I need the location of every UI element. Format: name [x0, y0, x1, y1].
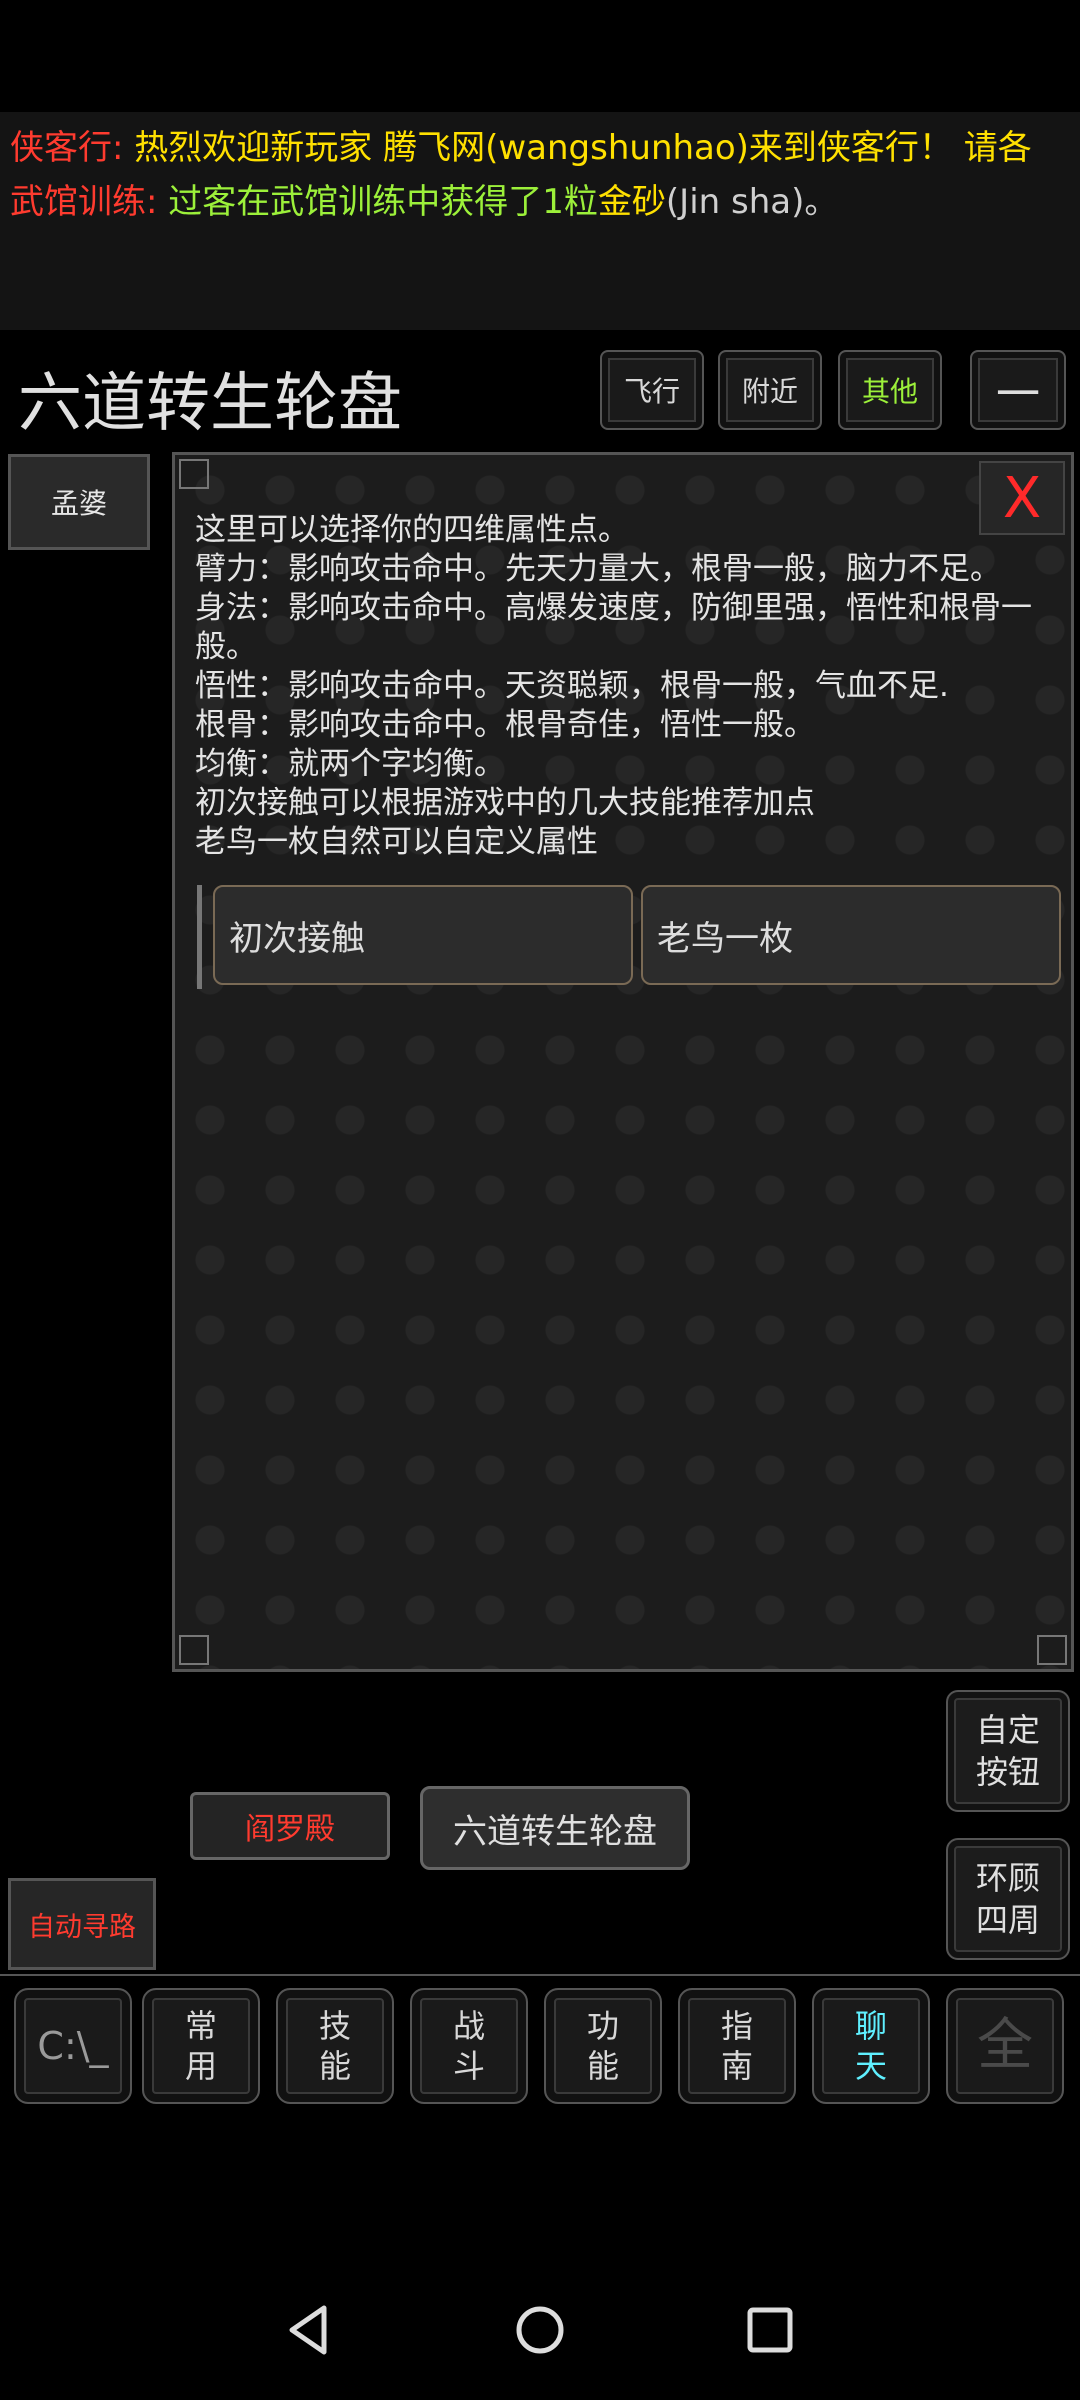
veteran-button[interactable]: 老鸟一枚 [641, 885, 1061, 985]
choice-indicator [197, 885, 202, 989]
functions-button[interactable]: 功能 [544, 1988, 662, 2104]
dialog-line: 初次接触可以根据游戏中的几大技能推荐加点 [195, 785, 815, 821]
back-icon[interactable] [280, 2300, 340, 2360]
chat-line: 侠客行: 热烈欢迎新玩家 腾飞网(wangshunhao)来到侠客行！ 请各 [10, 120, 1032, 169]
nav-label: 能 [318, 2047, 351, 2085]
dialog-line: 身法：影响攻击命中。高爆发速度，防御里强，悟性和根骨一般。 [195, 590, 1032, 665]
npc-mengpo-button[interactable]: 孟婆 [8, 454, 150, 550]
nav-label: 用 [184, 2047, 217, 2085]
chat-channel-tag: 武馆训练: [10, 182, 158, 222]
console-button[interactable]: C:\_ [14, 1988, 132, 2104]
auto-pathfind-button[interactable]: 自动寻路 [8, 1878, 156, 1970]
chat-item-name: 金砂 [597, 182, 666, 222]
chat-line: 武馆训练: 过客在武馆训练中获得了1粒金砂(Jin sha)。 [10, 174, 838, 223]
all-button[interactable]: 全 [946, 1988, 1064, 2104]
nav-label: 天 [854, 2047, 887, 2085]
nav-label: 聊 [854, 2007, 887, 2045]
nav-label: 指 [720, 2007, 753, 2045]
guide-button[interactable]: 指南 [678, 1988, 796, 2104]
dialog-line: 根骨：影响攻击命中。根骨奇佳，悟性一般。 [195, 707, 815, 743]
nav-label: 斗 [452, 2047, 485, 2085]
dialog-line: 这里可以选择你的四维属性点。 [195, 512, 629, 548]
custom-button-line1: 自定 [975, 1711, 1040, 1749]
combat-button[interactable]: 战斗 [410, 1988, 528, 2104]
dialog-line: 老鸟一枚自然可以自定义属性 [195, 824, 598, 860]
dialog-text: 这里可以选择你的四维属性点。 臂力：影响攻击命中。先天力量大，根骨一般，脑力不足… [195, 511, 1055, 862]
fly-button[interactable]: 飞行 [600, 350, 704, 430]
home-icon[interactable] [510, 2300, 570, 2360]
nav-label: 战 [452, 2007, 485, 2045]
dialog-line: 悟性：影响攻击命中。天资聪颖，根骨一般，气血不足. [195, 668, 949, 704]
chat-item-pinyin: (Jin sha)。 [665, 182, 839, 222]
chat-message: 过客在武馆训练中获得了1粒 [168, 182, 598, 222]
exit-current-room-button[interactable]: 六道转生轮盘 [420, 1786, 690, 1870]
console-icon: C:\_ [37, 2024, 109, 2068]
nav-label: 常 [184, 2007, 217, 2045]
nav-label: 功 [586, 2007, 619, 2045]
corner-ornament [1037, 1635, 1067, 1665]
corner-ornament [179, 459, 209, 489]
nav-label: 技 [318, 2007, 351, 2045]
dialog-line: 均衡：就两个字均衡。 [195, 746, 505, 782]
common-button[interactable]: 常用 [142, 1988, 260, 2104]
corner-ornament [179, 1635, 209, 1665]
minimize-button[interactable]: 一 [970, 350, 1066, 430]
nearby-button[interactable]: 附近 [718, 350, 822, 430]
skills-button[interactable]: 技能 [276, 1988, 394, 2104]
look-around-line1: 环顾 [975, 1859, 1040, 1897]
nav-label: 南 [720, 2047, 753, 2085]
nav-label: 能 [586, 2047, 619, 2085]
chat-message: 热烈欢迎新玩家 腾飞网(wangshunhao)来到侠客行！ 请各 [134, 128, 1032, 168]
chat-button[interactable]: 聊天 [812, 1988, 930, 2104]
all-icon: 全 [977, 2013, 1033, 2078]
look-around-line2: 四周 [975, 1901, 1040, 1939]
chat-channel-tag: 侠客行: [10, 128, 124, 168]
chat-log: 侠客行: 热烈欢迎新玩家 腾飞网(wangshunhao)来到侠客行！ 请各 武… [0, 112, 1080, 330]
first-contact-button[interactable]: 初次接触 [213, 885, 633, 985]
recents-icon[interactable] [740, 2300, 800, 2360]
custom-button[interactable]: 自定 按钮 [946, 1690, 1070, 1812]
other-button[interactable]: 其他 [838, 350, 942, 430]
divider [0, 1974, 1080, 1976]
attribute-dialog: X 这里可以选择你的四维属性点。 臂力：影响攻击命中。先天力量大，根骨一般，脑力… [172, 452, 1074, 1672]
look-around-button[interactable]: 环顾 四周 [946, 1838, 1070, 1960]
dialog-line: 臂力：影响攻击命中。先天力量大，根骨一般，脑力不足。 [195, 551, 1001, 587]
custom-button-line2: 按钮 [975, 1753, 1040, 1791]
exit-yanluo-hall-button[interactable]: 阎罗殿 [190, 1792, 390, 1860]
room-title: 六道转生轮盘 [18, 367, 402, 441]
